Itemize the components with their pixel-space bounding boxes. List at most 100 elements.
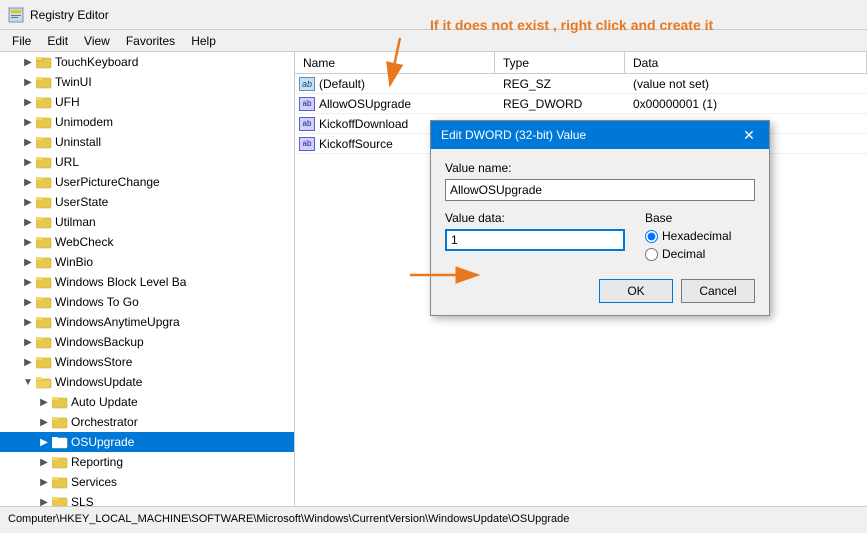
cancel-button[interactable]: Cancel <box>681 279 755 303</box>
reg-data-default: (value not set) <box>625 77 867 91</box>
folder-icon <box>36 75 52 89</box>
folder-icon <box>36 155 52 169</box>
folder-icon <box>36 115 52 129</box>
expand-btn[interactable]: ▶ <box>36 474 52 490</box>
tree-item-Unimodem[interactable]: ▶ Unimodem <box>0 112 294 132</box>
folder-icon <box>52 455 68 469</box>
expand-btn[interactable]: ▶ <box>20 274 36 290</box>
tree-item-WindowsAnytimeUpgrade[interactable]: ▶ WindowsAnytimeUpgra <box>0 312 294 332</box>
tree-item-WindowsBlockLevel[interactable]: ▶ Windows Block Level Ba <box>0 272 294 292</box>
expand-btn[interactable]: ▶ <box>20 234 36 250</box>
tree-item-WindowsBackup[interactable]: ▶ WindowsBackup <box>0 332 294 352</box>
tree-item-WinBio[interactable]: ▶ WinBio <box>0 252 294 272</box>
expand-btn[interactable]: ▶ <box>20 354 36 370</box>
expand-btn[interactable]: ▶ <box>36 394 52 410</box>
item-label: SLS <box>71 495 94 506</box>
tree-item-Services[interactable]: ▶ Services <box>0 472 294 492</box>
reg-type-default: REG_SZ <box>495 77 625 91</box>
folder-icon <box>36 295 52 309</box>
tree-item-SLS[interactable]: ▶ SLS <box>0 492 294 506</box>
regedit-icon <box>8 7 24 23</box>
expand-btn[interactable]: ▶ <box>20 314 36 330</box>
folder-icon <box>36 95 52 109</box>
item-label: WindowsStore <box>55 355 132 369</box>
tree-item-WindowsStore[interactable]: ▶ WindowsStore <box>0 352 294 372</box>
ok-button[interactable]: OK <box>599 279 673 303</box>
base-label: Base <box>645 211 755 225</box>
expand-btn[interactable]: ▶ <box>36 434 52 450</box>
col-header-type: Type <box>495 52 625 73</box>
tree-item-TwinUI[interactable]: ▶ TwinUI <box>0 72 294 92</box>
folder-icon <box>52 415 68 429</box>
value-name-input[interactable] <box>445 179 755 201</box>
reg-data-allowosupgrade: 0x00000001 (1) <box>625 97 867 111</box>
tree-item-OSUpgrade[interactable]: ▶ OSUpgrade <box>0 432 294 452</box>
tree-item-Orchestrator[interactable]: ▶ Orchestrator <box>0 412 294 432</box>
expand-btn[interactable]: ▶ <box>20 114 36 130</box>
dialog-close-button[interactable]: ✕ <box>739 125 759 145</box>
tree-item-UFH[interactable]: ▶ UFH <box>0 92 294 112</box>
menu-edit[interactable]: Edit <box>39 32 76 50</box>
expand-WindowsUpdate[interactable]: ▼ <box>20 374 36 390</box>
menu-file[interactable]: File <box>4 32 39 50</box>
reg-name-allowosupgrade: ab AllowOSUpgrade <box>295 97 495 111</box>
status-text: Computer\HKEY_LOCAL_MACHINE\SOFTWARE\Mic… <box>8 513 569 525</box>
radio-hexadecimal[interactable] <box>645 230 658 243</box>
reg-dword-icon2: ab <box>299 117 315 131</box>
folder-icon <box>52 495 68 506</box>
menu-view[interactable]: View <box>76 32 118 50</box>
tree-item-AutoUpdate[interactable]: ▶ Auto Update <box>0 392 294 412</box>
tree-item-TouchKeyboard[interactable]: ▶ TouchKeyboard <box>0 52 294 72</box>
dialog-body: Value name: Value data: Base Hexadecimal… <box>431 149 769 315</box>
value-data-input[interactable] <box>445 229 625 251</box>
expand-btn[interactable]: ▶ <box>20 134 36 150</box>
item-label: Auto Update <box>71 395 138 409</box>
expand-btn[interactable]: ▶ <box>20 54 36 70</box>
radio-hexadecimal-label[interactable]: Hexadecimal <box>645 229 755 243</box>
dialog-data-row: Value data: Base Hexadecimal Decimal <box>445 211 755 261</box>
tree-item-Utilman[interactable]: ▶ Utilman <box>0 212 294 232</box>
tree-item-Uninstall[interactable]: ▶ Uninstall <box>0 132 294 152</box>
radio-decimal-label[interactable]: Decimal <box>645 247 755 261</box>
tree-item-Reporting[interactable]: ▶ Reporting <box>0 452 294 472</box>
registry-row-default[interactable]: ab (Default) REG_SZ (value not set) <box>295 74 867 94</box>
expand-btn[interactable]: ▶ <box>20 94 36 110</box>
tree-item-WindowsUpdate[interactable]: ▼ WindowsUpdate <box>0 372 294 392</box>
expand-btn[interactable]: ▶ <box>20 334 36 350</box>
expand-btn[interactable]: ▶ <box>20 214 36 230</box>
tree-scroll[interactable]: ▶ TouchKeyboard ▶ TwinUI <box>0 52 294 506</box>
expand-btn[interactable]: ▶ <box>20 294 36 310</box>
radio-dec-text: Decimal <box>662 247 705 261</box>
tree-item-WebCheck[interactable]: ▶ WebCheck <box>0 232 294 252</box>
reg-dword-icon3: ab <box>299 137 315 151</box>
radio-decimal[interactable] <box>645 248 658 261</box>
item-label: TwinUI <box>55 75 92 89</box>
item-label: Windows To Go <box>55 295 139 309</box>
reg-name-default: ab (Default) <box>295 77 495 91</box>
folder-icon <box>52 395 68 409</box>
expand-btn[interactable]: ▶ <box>20 154 36 170</box>
item-label: Services <box>71 475 117 489</box>
menu-help[interactable]: Help <box>183 32 224 50</box>
registry-row-allowosupgrade[interactable]: ab AllowOSUpgrade REG_DWORD 0x00000001 (… <box>295 94 867 114</box>
expand-btn[interactable]: ▶ <box>20 174 36 190</box>
expand-btn[interactable]: ▶ <box>20 254 36 270</box>
expand-btn[interactable]: ▶ <box>36 414 52 430</box>
expand-btn[interactable]: ▶ <box>36 494 52 506</box>
item-label: WindowsAnytimeUpgra <box>55 315 180 329</box>
expand-btn[interactable]: ▶ <box>20 74 36 90</box>
value-name-label: Value name: <box>445 161 755 175</box>
tree-item-UserState[interactable]: ▶ UserState <box>0 192 294 212</box>
menu-favorites[interactable]: Favorites <box>118 32 183 50</box>
expand-btn[interactable]: ▶ <box>20 194 36 210</box>
value-data-label: Value data: <box>445 211 625 225</box>
dialog-title: Edit DWORD (32-bit) Value <box>441 128 586 142</box>
tree-item-WindowsToGo[interactable]: ▶ Windows To Go <box>0 292 294 312</box>
item-label: UserState <box>55 195 108 209</box>
expand-btn[interactable]: ▶ <box>36 454 52 470</box>
tree-item-UserPictureChange[interactable]: ▶ UserPictureChange <box>0 172 294 192</box>
tree-item-URL[interactable]: ▶ URL <box>0 152 294 172</box>
col-header-name: Name <box>295 52 495 73</box>
item-label: TouchKeyboard <box>55 55 138 69</box>
folder-icon <box>36 55 52 69</box>
